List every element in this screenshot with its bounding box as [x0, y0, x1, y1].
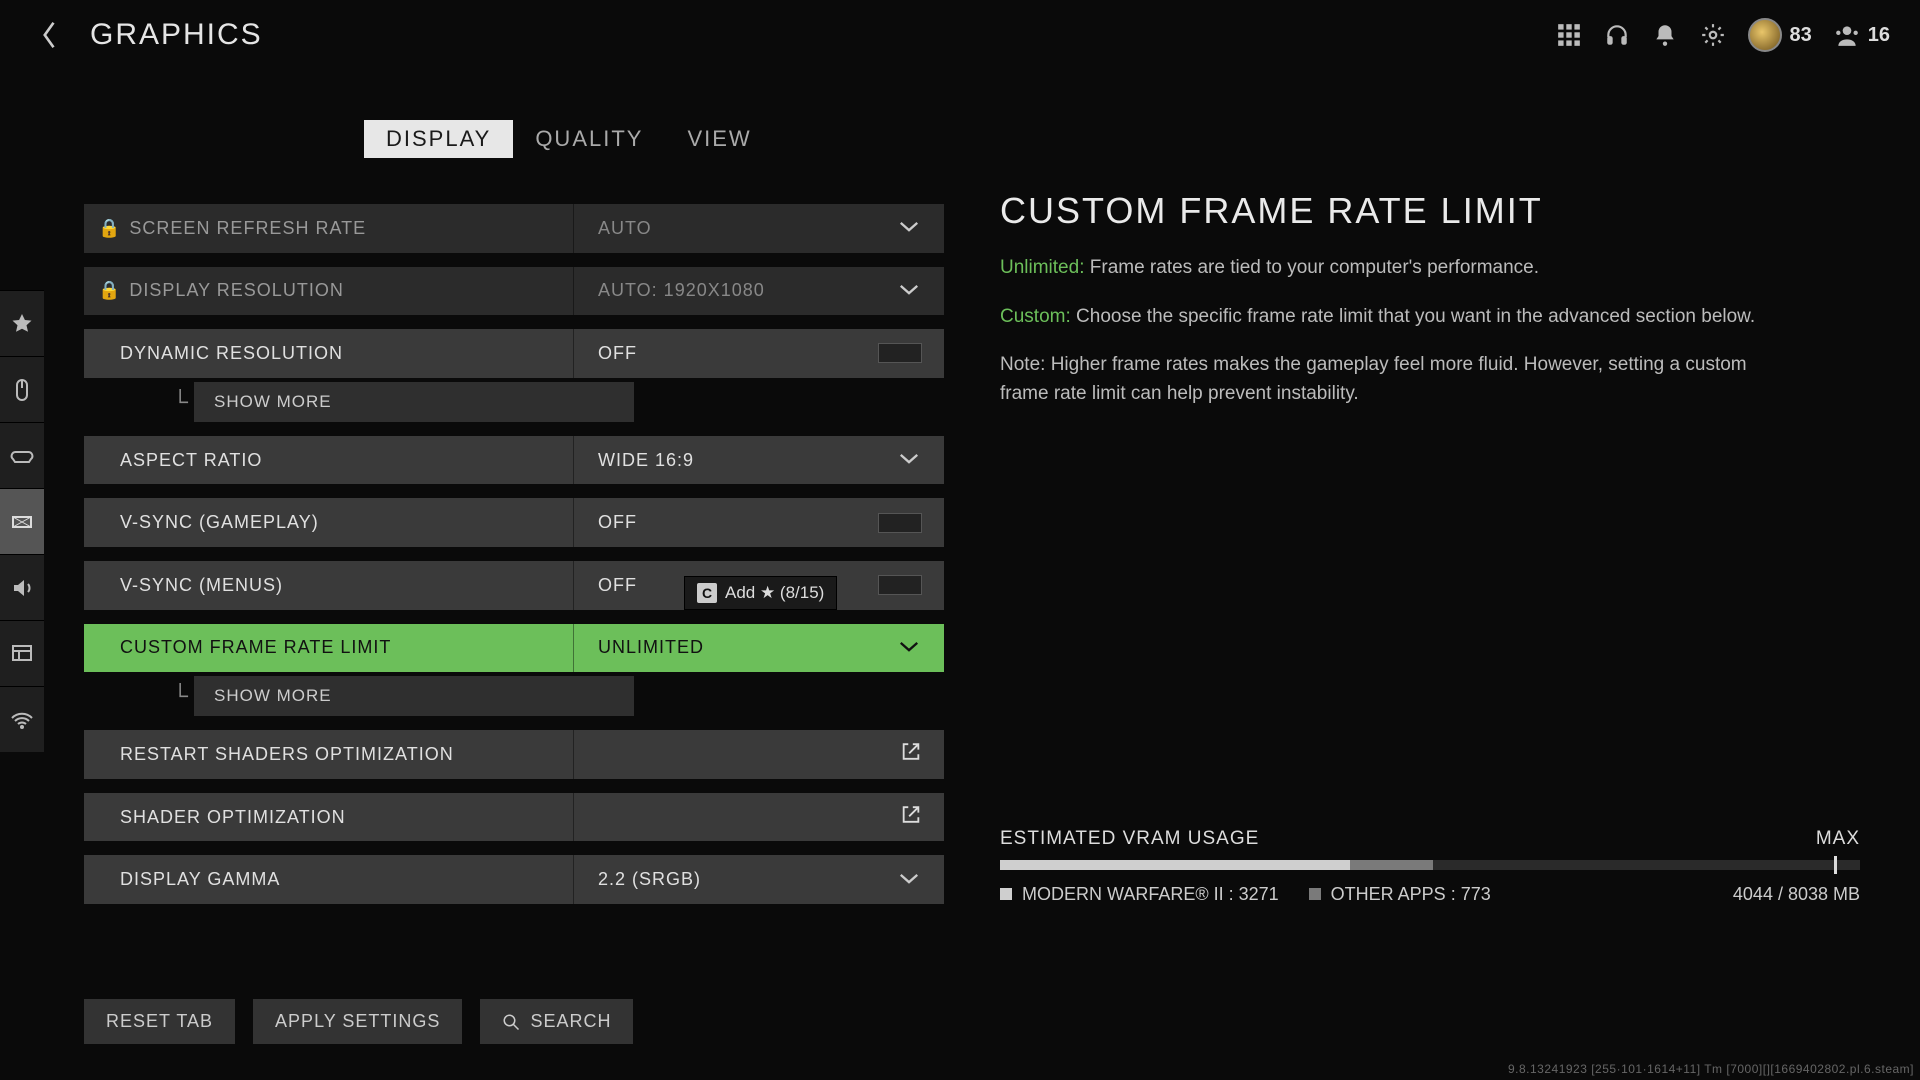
page-title: GRAPHICS	[90, 18, 263, 52]
vram-title: ESTIMATED VRAM USAGE	[1000, 828, 1259, 850]
rail-network[interactable]	[0, 686, 44, 752]
bell-icon[interactable]	[1652, 22, 1678, 48]
build-string: 9.8.13241923 [255·101·1614+11] Tm [7000]…	[1508, 1062, 1914, 1076]
back-button[interactable]	[30, 15, 70, 55]
toggle[interactable]	[878, 575, 922, 595]
row-display-gamma[interactable]: DISPLAY GAMMA 2.2 (SRGB)	[84, 855, 944, 904]
lock-icon: 🔒	[98, 218, 121, 239]
external-link-icon	[900, 804, 922, 831]
chevron-down-icon	[898, 280, 920, 301]
toggle[interactable]	[878, 513, 922, 533]
rail-audio[interactable]	[0, 554, 44, 620]
chevron-down-icon	[898, 869, 920, 890]
vram-seg-other	[1350, 860, 1433, 870]
chevron-down-icon	[898, 218, 920, 239]
currency-count[interactable]: 83	[1748, 18, 1812, 52]
rail-interface[interactable]	[0, 620, 44, 686]
show-more-frame-rate: └ SHOW MORE	[84, 676, 944, 716]
row-screen-refresh-rate[interactable]: 🔒SCREEN REFRESH RATE AUTO	[84, 204, 944, 253]
toggle[interactable]	[878, 343, 922, 363]
party-count[interactable]: 16	[1834, 22, 1890, 48]
lock-icon: 🔒	[98, 280, 121, 301]
vram-total: 4044 / 8038 MB	[1733, 884, 1860, 905]
row-shader-optimization[interactable]: SHADER OPTIMIZATION	[84, 793, 944, 842]
search-icon	[502, 1013, 520, 1031]
chevron-down-icon	[898, 637, 920, 658]
detail-title: CUSTOM FRAME RATE LIMIT	[1000, 190, 1860, 232]
row-restart-shaders[interactable]: RESTART SHADERS OPTIMIZATION	[84, 730, 944, 779]
gear-icon[interactable]	[1700, 22, 1726, 48]
rail-mouse[interactable]	[0, 356, 44, 422]
detail-panel: CUSTOM FRAME RATE LIMIT Unlimited: Frame…	[1000, 120, 1860, 1080]
avatar	[1748, 18, 1782, 52]
vram-bar	[1000, 860, 1860, 870]
key-hint: C	[697, 583, 717, 603]
external-link-icon	[900, 741, 922, 768]
vram-max-tick	[1834, 856, 1837, 874]
reset-tab-button[interactable]: RESET TAB	[84, 999, 235, 1044]
tab-quality[interactable]: QUALITY	[513, 120, 665, 158]
settings-list: 🔒SCREEN REFRESH RATE AUTO 🔒DISPLAY RESOL…	[84, 204, 944, 904]
vram-max-label: MAX	[1816, 828, 1860, 850]
show-more-dynamic-resolution: └ SHOW MORE	[84, 382, 944, 422]
rail-controller[interactable]	[0, 422, 44, 488]
show-more-button[interactable]: SHOW MORE	[194, 676, 634, 716]
chevron-down-icon	[898, 450, 920, 471]
row-aspect-ratio[interactable]: ASPECT RATIO WIDE 16:9	[84, 436, 944, 485]
vram-panel: ESTIMATED VRAM USAGE MAX MODERN WARFARE®…	[1000, 828, 1860, 905]
vram-seg-game	[1000, 860, 1350, 870]
headset-icon[interactable]	[1604, 22, 1630, 48]
add-favorite-tooltip: C Add ★ (8/15)	[684, 576, 837, 610]
row-display-resolution[interactable]: 🔒DISPLAY RESOLUTION AUTO: 1920X1080	[84, 267, 944, 316]
rail-graphics[interactable]	[0, 488, 44, 554]
tab-display[interactable]: DISPLAY	[364, 120, 513, 158]
party-icon	[1834, 22, 1860, 48]
rail-favorites[interactable]	[0, 290, 44, 356]
row-custom-frame-rate-limit[interactable]: CUSTOM FRAME RATE LIMIT UNLIMITED	[84, 624, 944, 673]
tab-view[interactable]: VIEW	[665, 120, 773, 158]
row-vsync-gameplay[interactable]: V-SYNC (GAMEPLAY) OFF	[84, 498, 944, 547]
search-button[interactable]: SEARCH	[480, 999, 633, 1044]
apps-grid-icon[interactable]	[1556, 22, 1582, 48]
apply-settings-button[interactable]: APPLY SETTINGS	[253, 999, 462, 1044]
graphics-tabs: DISPLAY QUALITY VIEW	[364, 120, 944, 158]
settings-rail	[0, 290, 44, 752]
row-dynamic-resolution[interactable]: DYNAMIC RESOLUTION OFF	[84, 329, 944, 378]
show-more-button[interactable]: SHOW MORE	[194, 382, 634, 422]
